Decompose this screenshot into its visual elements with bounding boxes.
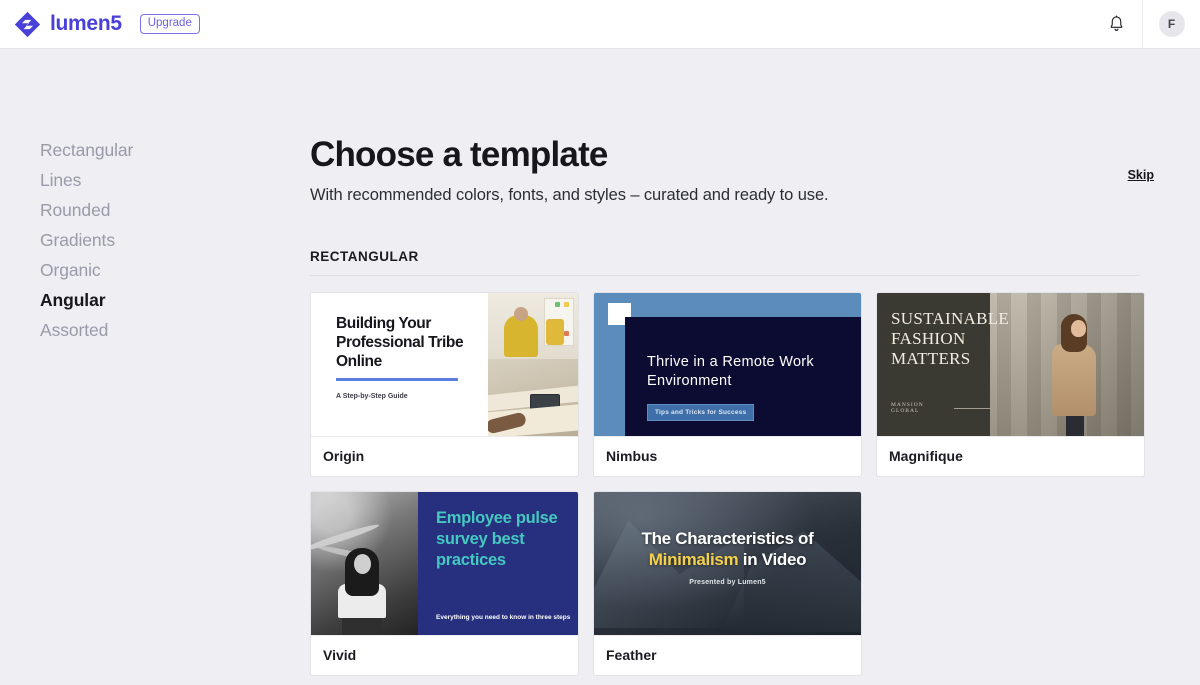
lumen5-logo-icon <box>14 11 41 37</box>
thumb-headline-feather: The Characteristics of Minimalism in Vid… <box>642 528 814 571</box>
template-thumbnail-nimbus: Thrive in a Remote Work Environment Tips… <box>594 293 861 437</box>
template-name-nimbus: Nimbus <box>594 436 861 476</box>
thumb-subtext-vivid: Everything you need to know in three ste… <box>436 614 571 622</box>
thumb-person-shape <box>1044 312 1100 437</box>
sidebar-item-assorted[interactable]: Assorted <box>40 315 310 345</box>
thumb-subtext-origin: A Step-by-Step Guide <box>336 392 408 400</box>
template-thumbnail-origin: Building Your Professional Tribe Online … <box>311 293 578 437</box>
thumb-headline-origin: Building Your Professional Tribe Online <box>336 315 464 371</box>
template-card-origin[interactable]: Building Your Professional Tribe Online … <box>310 292 579 478</box>
thumb-headline-feather-part2: in Video <box>738 550 807 570</box>
template-card-magnifique[interactable]: SUSTAINABLE FASHION MATTERS MANSION GLOB… <box>876 292 1145 478</box>
thumb-accent-rule <box>336 377 458 381</box>
sidebar-item-rounded[interactable]: Rounded <box>40 195 310 225</box>
thumb-panel-magnifique: SUSTAINABLE FASHION MATTERS MANSION GLOB… <box>877 293 1010 437</box>
category-sidebar: Rectangular Lines Rounded Gradients Orga… <box>0 49 310 676</box>
thumb-divider-line <box>954 407 990 409</box>
upgrade-button[interactable]: Upgrade <box>139 14 200 34</box>
thumb-subtext-feather: Presented by Lumen5 <box>689 578 766 586</box>
template-grid: Building Your Professional Tribe Online … <box>310 292 1154 677</box>
page-title: Choose a template <box>310 135 608 174</box>
template-thumbnail-feather: The Characteristics of Minimalism in Vid… <box>594 492 861 636</box>
skip-link[interactable]: Skip <box>1128 168 1154 182</box>
template-card-feather[interactable]: The Characteristics of Minimalism in Vid… <box>593 491 862 677</box>
brand-name: lumen5 <box>50 12 122 35</box>
user-menu-button[interactable]: F <box>1142 0 1200 48</box>
thumb-footer-magnifique: MANSION GLOBAL <box>891 402 990 414</box>
page-body: Rectangular Lines Rounded Gradients Orga… <box>0 49 1200 677</box>
avatar: F <box>1158 11 1185 37</box>
template-thumbnail-magnifique: SUSTAINABLE FASHION MATTERS MANSION GLOB… <box>877 293 1144 437</box>
header-text: Choose a template With recommended color… <box>310 135 1128 205</box>
sidebar-item-angular[interactable]: Angular <box>40 285 310 315</box>
template-card-nimbus[interactable]: Thrive in a Remote Work Environment Tips… <box>593 292 862 478</box>
top-bar-right: F <box>1090 0 1200 48</box>
thumb-photo-woman-hillside <box>311 492 418 636</box>
thumb-headline-vivid: Employee pulse survey best practices <box>436 509 558 569</box>
header-row: Choose a template With recommended color… <box>310 135 1154 205</box>
thumb-badge-nimbus: Tips and Tricks for Success <box>647 403 755 421</box>
sidebar-item-rectangular[interactable]: Rectangular <box>40 135 310 165</box>
section-header-rectangular: RECTANGULAR <box>310 249 1140 277</box>
bell-icon <box>1110 15 1122 31</box>
thumb-headline-magnifique: SUSTAINABLE FASHION MATTERS <box>891 309 1010 368</box>
thumb-panel-nimbus: Thrive in a Remote Work Environment Tips… <box>625 317 861 437</box>
thumb-photo-office-meeting <box>488 293 578 437</box>
thumb-text-feather: The Characteristics of Minimalism in Vid… <box>594 492 861 635</box>
brand-area[interactable]: lumen5 Upgrade <box>0 11 200 38</box>
template-name-origin: Origin <box>311 436 578 476</box>
thumb-headline-feather-part1: The Characteristics of <box>641 528 814 548</box>
page-subtitle: With recommended colors, fonts, and styl… <box>310 186 829 205</box>
thumb-subtext-magnifique: MANSION GLOBAL <box>891 402 924 415</box>
thumb-text-origin: Building Your Professional Tribe Online … <box>311 293 488 436</box>
template-name-feather: Feather <box>594 635 861 675</box>
sidebar-item-lines[interactable]: Lines <box>40 165 310 195</box>
sidebar-item-organic[interactable]: Organic <box>40 255 310 285</box>
template-thumbnail-vivid: Employee pulse survey best practices Eve… <box>311 492 578 636</box>
top-bar: lumen5 Upgrade F <box>0 0 1200 49</box>
main-content: Choose a template With recommended color… <box>310 49 1200 677</box>
thumb-headline-feather-accent: Minimalism <box>648 550 739 570</box>
thumb-text-vivid: Employee pulse survey best practices Eve… <box>418 492 578 635</box>
notifications-button[interactable] <box>1090 0 1142 48</box>
template-name-magnifique: Magnifique <box>877 436 1144 476</box>
template-name-vivid: Vivid <box>311 635 578 675</box>
thumb-headline-nimbus: Thrive in a Remote Work Environment <box>647 354 814 390</box>
sidebar-item-gradients[interactable]: Gradients <box>40 225 310 255</box>
template-card-vivid[interactable]: Employee pulse survey best practices Eve… <box>310 491 579 677</box>
